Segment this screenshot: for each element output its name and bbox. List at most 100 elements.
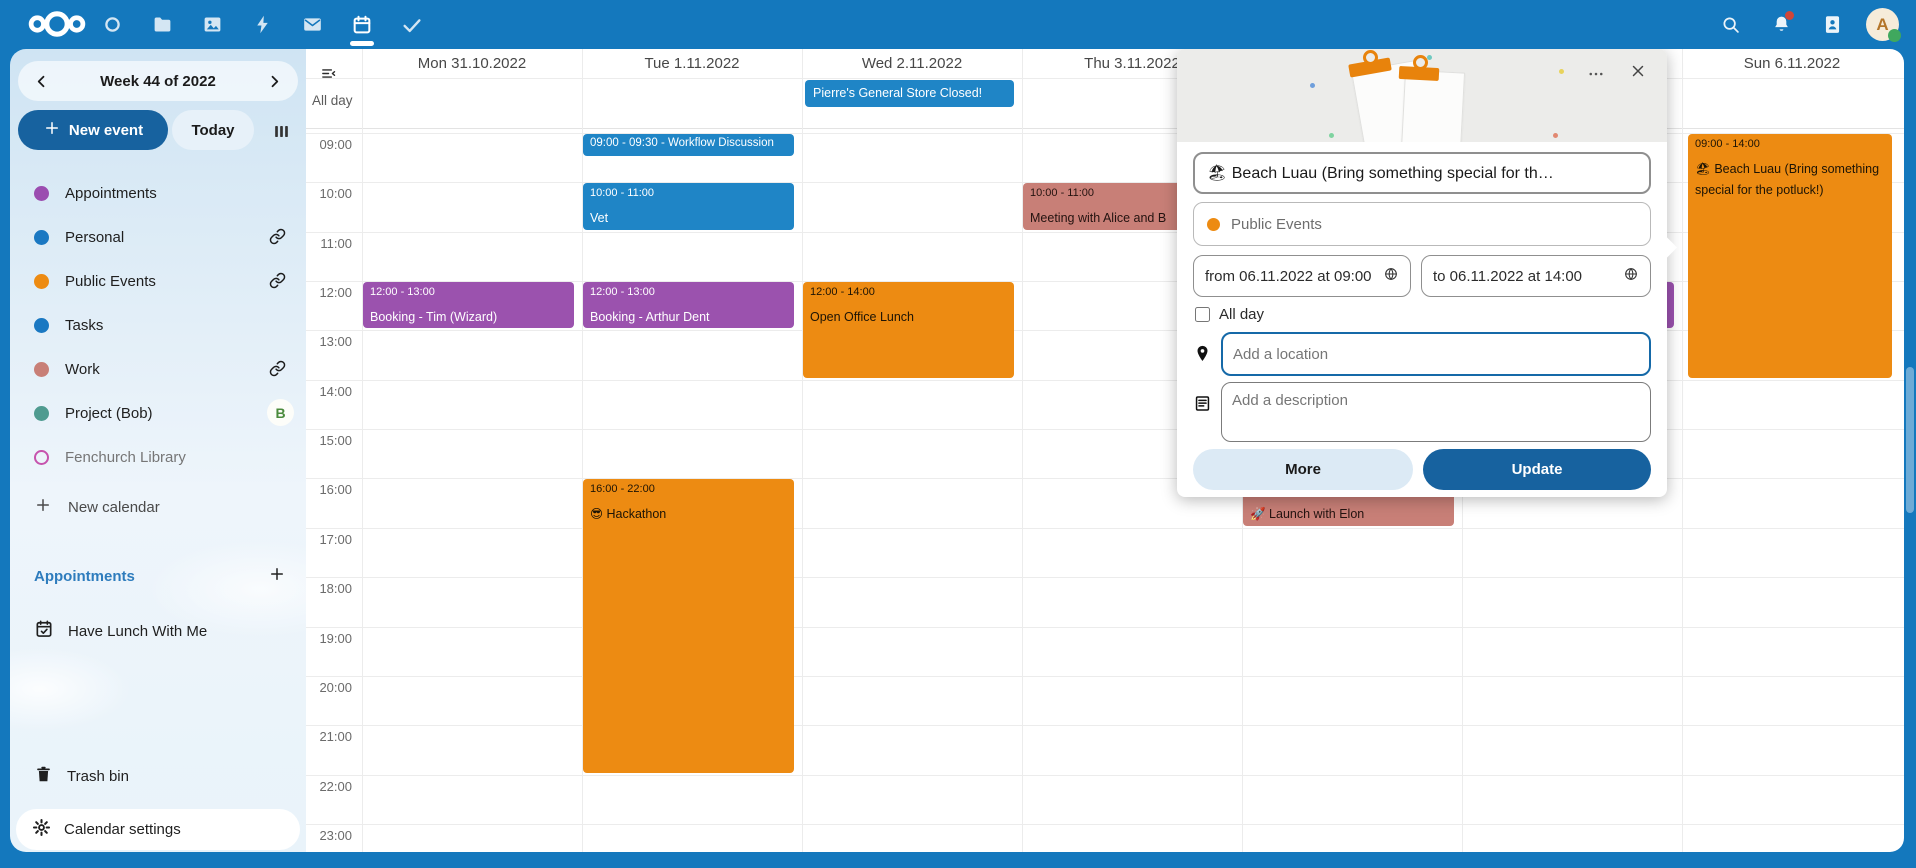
app-files-icon[interactable] xyxy=(137,0,187,49)
calendar-event[interactable]: 09:00 - 14:00🏖 Beach Luau (Bring somethi… xyxy=(1688,134,1892,378)
location-pin-icon xyxy=(1193,332,1212,376)
calendar-event[interactable]: 09:00 - 09:30 - Workflow Discussion xyxy=(583,134,794,156)
day-header: Wed 2.11.2022 xyxy=(802,55,1022,75)
sidebar-calendar-appointments[interactable]: Appointments xyxy=(10,171,306,215)
trash-label: Trash bin xyxy=(67,768,129,785)
allday-checkbox[interactable] xyxy=(1195,307,1210,322)
calendar-label: Fenchurch Library xyxy=(65,449,186,466)
end-datetime-field[interactable]: to 06.11.2022 at 14:00 xyxy=(1421,255,1651,297)
hour-label: 21:00 xyxy=(300,729,352,744)
appointment-item[interactable]: Have Lunch With Me xyxy=(10,609,306,653)
end-datetime-label: to 06.11.2022 at 14:00 xyxy=(1433,268,1582,285)
grid-hour-line xyxy=(306,775,1904,776)
calendar-label: Tasks xyxy=(65,317,103,334)
sidebar-calendar-tasks[interactable]: Tasks xyxy=(10,303,306,347)
trash-bin-button[interactable]: Trash bin xyxy=(10,754,306,798)
next-week-button[interactable] xyxy=(258,64,292,98)
view-columns-icon[interactable] xyxy=(264,119,298,143)
calendar-color-dot xyxy=(34,230,49,245)
share-link-icon[interactable] xyxy=(269,272,286,293)
app-photos-icon[interactable] xyxy=(187,0,237,49)
topbar: A xyxy=(0,0,1916,49)
illustration-clip-ring xyxy=(1413,55,1428,70)
app-dashboard-icon[interactable] xyxy=(87,0,137,49)
plus-icon xyxy=(43,119,61,141)
gear-icon xyxy=(32,818,51,841)
event-time: 10:00 - 11:00 xyxy=(590,187,787,201)
start-datetime-field[interactable]: from 06.11.2022 at 09:00 xyxy=(1193,255,1411,297)
sidebar-calendar-fenchurch-library[interactable]: Fenchurch Library xyxy=(10,435,306,479)
new-calendar-button[interactable]: New calendar xyxy=(10,485,306,529)
location-input[interactable] xyxy=(1221,332,1651,376)
calendar-color-dot xyxy=(34,318,49,333)
calendar-event[interactable]: 16:00 - 22:00😎 Hackathon xyxy=(583,479,794,772)
event-time: 12:00 - 13:00 xyxy=(590,286,787,300)
hour-label: 14:00 xyxy=(300,384,352,399)
share-link-icon[interactable] xyxy=(269,228,286,249)
app-tasks-icon[interactable] xyxy=(387,0,437,49)
event-title: 😎 Hackathon xyxy=(590,504,787,525)
new-calendar-label: New calendar xyxy=(68,499,160,516)
confetti-dot xyxy=(1427,55,1432,60)
event-time: 09:00 - 14:00 xyxy=(1695,138,1885,152)
calendar-event[interactable]: 12:00 - 13:00 Booking - Arthur Dent xyxy=(583,282,794,328)
calendar-list: AppointmentsPersonalPublic Events Tasks Wo… xyxy=(10,171,306,479)
popup-menu-icon[interactable] xyxy=(1587,65,1605,88)
collapse-allday-icon[interactable] xyxy=(320,65,337,87)
confetti-dot xyxy=(1329,133,1334,138)
app-calendar-icon[interactable] xyxy=(337,0,387,49)
appointment-label: Have Lunch With Me xyxy=(68,623,207,640)
sidebar-calendar-project-bob-[interactable]: Project (Bob)B xyxy=(10,391,306,435)
app-mail-icon[interactable] xyxy=(287,0,337,49)
new-event-label: New event xyxy=(69,122,143,139)
timezone-globe-icon[interactable] xyxy=(1623,266,1639,286)
grid-column-line xyxy=(1682,49,1683,852)
hour-label: 09:00 xyxy=(300,137,352,152)
calendar-settings-button[interactable]: Calendar settings xyxy=(16,809,300,850)
close-icon[interactable] xyxy=(1629,62,1647,85)
today-button[interactable]: Today xyxy=(172,110,254,150)
confetti-dot xyxy=(1553,133,1558,138)
allday-event[interactable]: Pierre's General Store Closed! xyxy=(805,80,1014,107)
hour-label: 17:00 xyxy=(300,532,352,547)
avatar-status-dot xyxy=(1888,29,1901,42)
calendar-event[interactable]: 12:00 - 14:00Open Office Lunch xyxy=(803,282,1014,378)
event-title: Booking - Arthur Dent xyxy=(590,307,787,328)
confetti-dot xyxy=(1310,83,1315,88)
day-header: Mon 31.10.2022 xyxy=(362,55,582,75)
calendar-event[interactable]: 10:00 - 11:00 Vet xyxy=(583,183,794,229)
grid-column-line xyxy=(362,49,363,852)
plus-icon xyxy=(34,496,52,518)
calendar-label: Project (Bob) xyxy=(65,405,153,422)
calendar-event[interactable]: 12:00 - 13:00Booking - Tim (Wizard) xyxy=(363,282,574,328)
grid-hour-line xyxy=(306,676,1904,677)
event-title-input[interactable] xyxy=(1193,152,1651,194)
event-title: Vet xyxy=(590,208,787,229)
scrollbar-thumb[interactable] xyxy=(1906,367,1914,513)
add-appointment-button[interactable] xyxy=(268,565,286,588)
new-event-button[interactable]: New event xyxy=(18,110,168,150)
calendar-color-dot xyxy=(34,186,49,201)
nextcloud-logo-icon[interactable] xyxy=(26,9,88,44)
sidebar-calendar-public-events[interactable]: Public Events xyxy=(10,259,306,303)
more-button[interactable]: More xyxy=(1193,449,1413,490)
update-button[interactable]: Update xyxy=(1423,449,1651,490)
description-input[interactable] xyxy=(1221,382,1651,442)
previous-week-button[interactable] xyxy=(24,64,58,98)
hour-label: 15:00 xyxy=(300,433,352,448)
search-icon[interactable] xyxy=(1705,0,1756,49)
contacts-icon[interactable] xyxy=(1807,0,1858,49)
calendar-select[interactable]: Public Events xyxy=(1193,202,1651,246)
sidebar-calendar-personal[interactable]: Personal xyxy=(10,215,306,259)
allday-checkbox-row: All day xyxy=(1195,304,1651,324)
timezone-globe-icon[interactable] xyxy=(1383,266,1399,286)
bell-icon[interactable] xyxy=(1756,0,1807,49)
sidebar-calendar-work[interactable]: Work xyxy=(10,347,306,391)
hour-label: 16:00 xyxy=(300,482,352,497)
share-link-icon[interactable] xyxy=(269,360,286,381)
grid-hour-line xyxy=(306,577,1904,578)
app-activity-icon[interactable] xyxy=(237,0,287,49)
hour-label: 18:00 xyxy=(300,581,352,596)
day-header: Sun 6.11.2022 xyxy=(1682,55,1902,75)
settings-label: Calendar settings xyxy=(64,821,181,838)
